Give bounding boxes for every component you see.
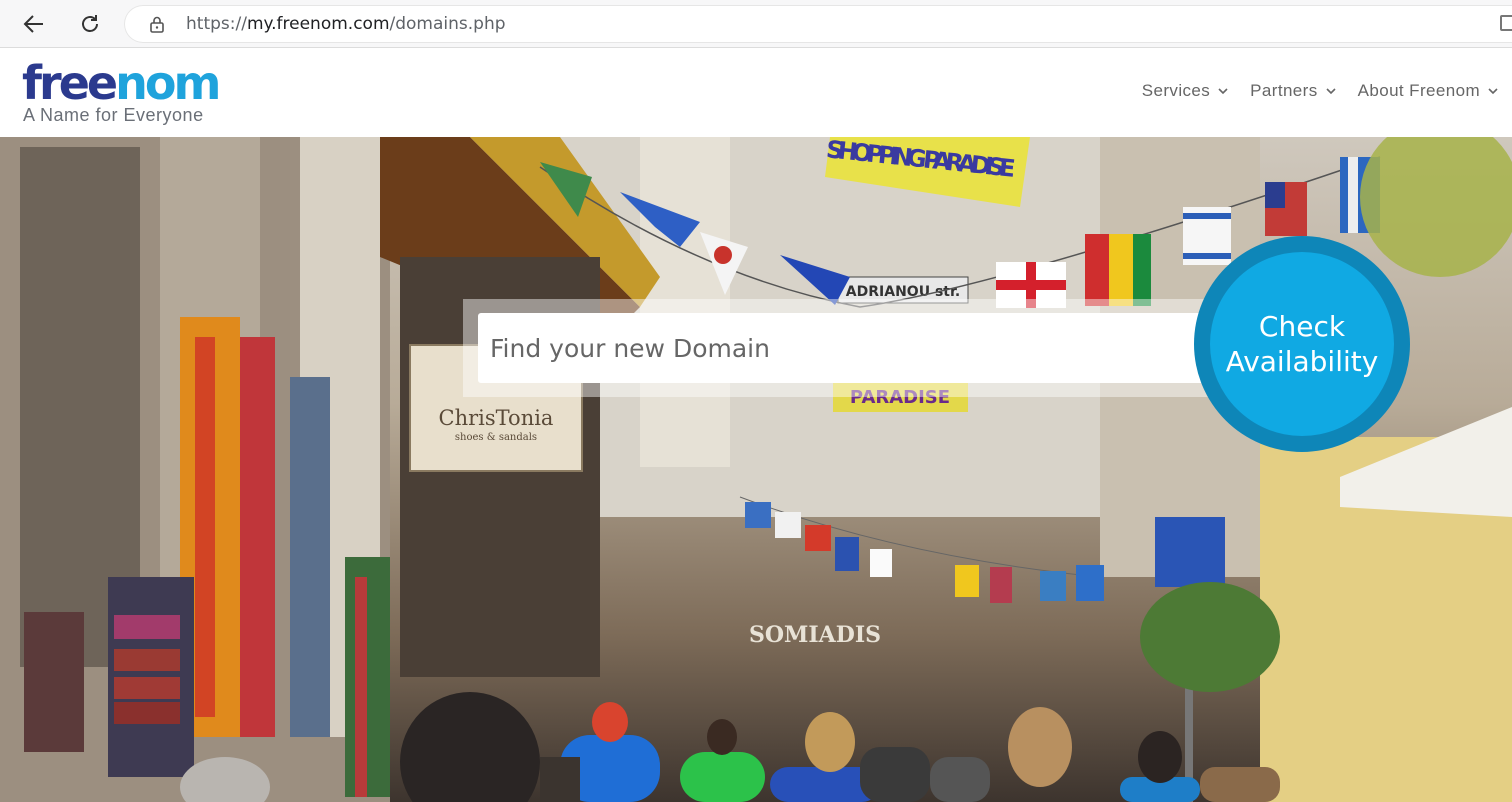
sidebar-icon[interactable] [1500,15,1512,31]
url-text[interactable]: https://my.freenom.com/domains.php [186,14,506,34]
address-bar[interactable]: https://my.freenom.com/domains.php [124,5,1512,43]
storefront-sign: SOMIADIS [749,622,881,648]
check-availability-label: Check Availability [1210,252,1394,436]
shop-sign-subtext: shoes & sandals [455,432,537,443]
tagline: A Name for Everyone [23,105,204,125]
domain-search-input[interactable] [478,313,1218,383]
chevron-down-icon [1326,88,1336,95]
shop-sign-text: ChrisTonia [439,406,554,430]
chevron-down-icon [1488,88,1498,95]
nav-partners[interactable]: Partners [1250,81,1336,101]
browser-toolbar: https://my.freenom.com/domains.php [0,0,1512,48]
hero-section: ChrisTonia shoes & sandals SHOPPING PARA… [0,137,1512,802]
reload-icon[interactable] [74,8,106,40]
nav-about-freenom[interactable]: About Freenom [1358,81,1498,101]
chevron-down-icon [1218,88,1228,95]
street-sign: ADRIANOU str. [846,284,960,300]
lock-icon [148,15,166,33]
freenom-logo[interactable]: freenom [22,58,221,108]
check-availability-button[interactable]: Check Availability [1194,236,1410,452]
main-nav: Services Partners About Freenom [1142,81,1498,101]
nav-services[interactable]: Services [1142,81,1228,101]
back-arrow-icon[interactable] [18,8,50,40]
site-header: freenom A Name for Everyone Services Par… [0,48,1512,137]
